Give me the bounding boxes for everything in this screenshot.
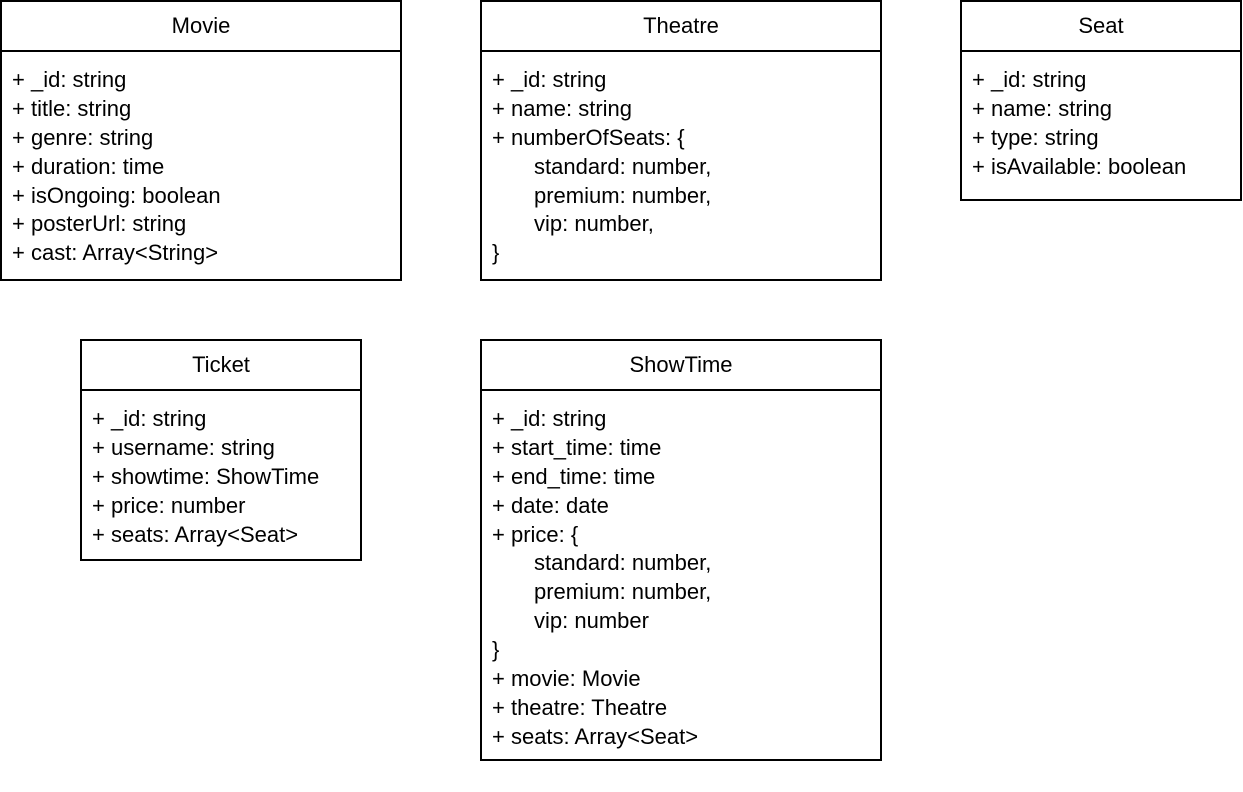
class-attributes-seat: + _id: string + name: string + type: str… <box>962 52 1240 182</box>
class-name-showtime: ShowTime <box>482 341 880 391</box>
attribute: + date: date <box>492 492 609 518</box>
nested-field: vip: number, <box>534 211 654 237</box>
nested-field: vip: number <box>534 608 649 634</box>
nested-field: standard: number, <box>534 550 712 576</box>
class-name-ticket: Ticket <box>82 341 360 391</box>
attribute: + end_time: time <box>492 463 656 489</box>
class-box-showtime: ShowTime + _id: string + start_time: tim… <box>480 339 882 761</box>
attribute: + theatre: Theatre <box>492 694 668 720</box>
closing-brace: } <box>492 637 500 663</box>
attribute: + type: string <box>972 124 1099 150</box>
attribute: + seats: Array<Seat> <box>92 521 299 547</box>
class-attributes-showtime: + _id: string + start_time: time + end_t… <box>482 391 880 752</box>
attribute: + _id: string <box>972 67 1087 92</box>
class-attributes-ticket: + _id: string + username: string + showt… <box>82 391 360 549</box>
attribute: + _id: string <box>92 406 207 431</box>
attribute: + title: string <box>12 95 132 121</box>
attribute: + price: { <box>492 521 579 547</box>
class-box-seat: Seat + _id: string + name: string + type… <box>960 0 1242 201</box>
attribute: + start_time: time <box>492 434 662 460</box>
class-box-theatre: Theatre + _id: string + name: string + n… <box>480 0 882 281</box>
attribute: + numberOfSeats: { <box>492 124 685 150</box>
class-name-seat: Seat <box>962 2 1240 52</box>
attribute: + name: string <box>492 95 633 121</box>
attribute: + isAvailable: boolean <box>972 153 1187 179</box>
attribute: + cast: Array<String> <box>12 240 219 266</box>
nested-field: premium: number, <box>534 182 712 208</box>
attribute: + seats: Array<Seat> <box>492 723 699 749</box>
attribute: + _id: string <box>492 406 607 431</box>
attribute: + showtime: ShowTime <box>92 463 320 489</box>
attribute: + _id: string <box>12 67 127 92</box>
class-attributes-movie: + _id: string + title: string + genre: s… <box>2 52 400 268</box>
attribute: + posterUrl: string <box>12 211 187 237</box>
class-name-theatre: Theatre <box>482 2 880 52</box>
attribute: + isOngoing: boolean <box>12 182 221 208</box>
attribute: + movie: Movie <box>492 666 641 692</box>
nested-field: premium: number, <box>534 579 712 605</box>
attribute: + genre: string <box>12 124 154 150</box>
attribute: + username: string <box>92 434 275 460</box>
attribute: + duration: time <box>12 153 165 179</box>
nested-field: standard: number, <box>534 153 712 179</box>
class-box-ticket: Ticket + _id: string + username: string … <box>80 339 362 561</box>
closing-brace: } <box>492 240 500 266</box>
attribute: + _id: string <box>492 67 607 92</box>
class-box-movie: Movie + _id: string + title: string + ge… <box>0 0 402 281</box>
attribute: + name: string <box>972 95 1113 121</box>
class-attributes-theatre: + _id: string + name: string + numberOfS… <box>482 52 880 268</box>
class-name-movie: Movie <box>2 2 400 52</box>
attribute: + price: number <box>92 492 246 518</box>
